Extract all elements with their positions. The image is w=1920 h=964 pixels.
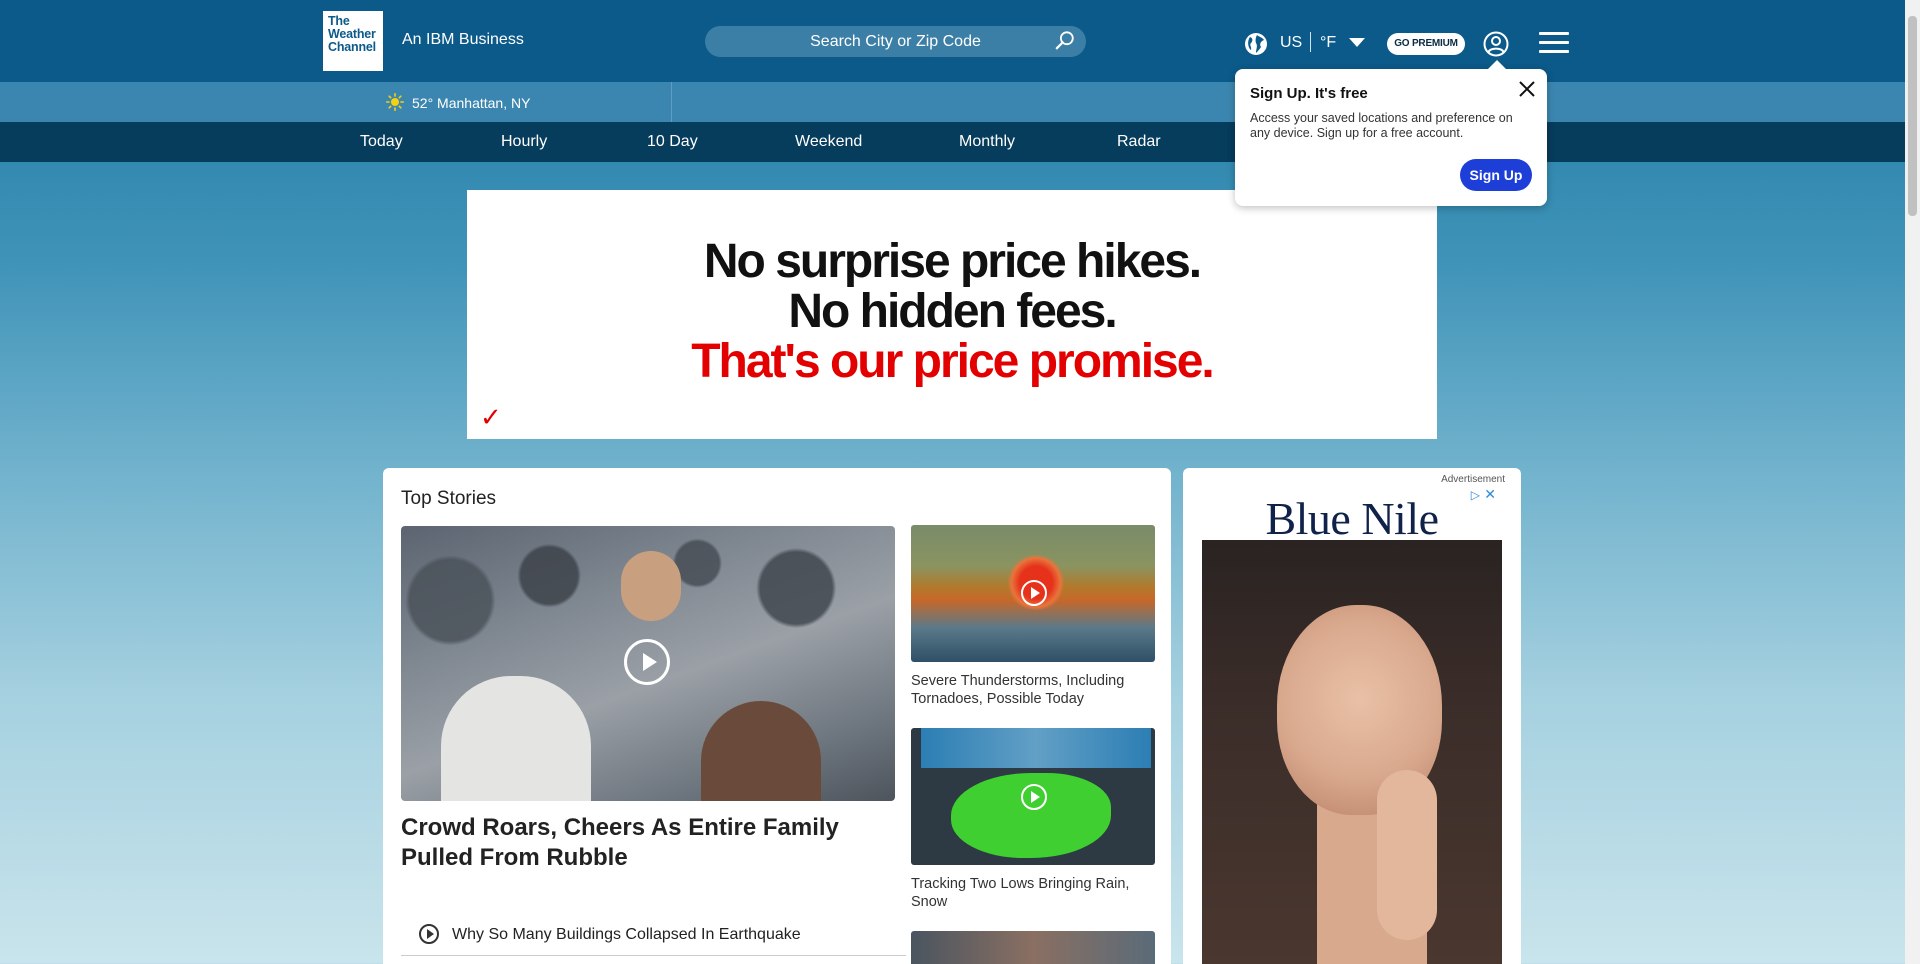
search-placeholder: Search City or Zip Code: [810, 33, 981, 50]
scrollbar[interactable]: [1905, 0, 1920, 964]
ibm-tagline: An IBM Business: [402, 31, 524, 48]
search-icon[interactable]: [1054, 30, 1076, 52]
main-story-image[interactable]: [401, 526, 895, 801]
nav-weekend[interactable]: Weekend: [795, 133, 862, 151]
signup-popup: Sign Up. It's free Access your saved loc…: [1235, 60, 1547, 206]
story-link-title: Why So Many Buildings Collapsed In Earth…: [452, 926, 801, 943]
popup-title: Sign Up. It's free: [1250, 85, 1368, 102]
blue-nile-ad[interactable]: Blue Nile ▷ ✕: [1202, 486, 1502, 964]
story-thumbnail-third[interactable]: [911, 931, 1155, 964]
side-ad-card: Advertisement Blue Nile ▷ ✕: [1183, 468, 1521, 964]
current-location-weather[interactable]: 52° Manhattan, NY: [412, 95, 530, 111]
unit-divider: [1310, 32, 1311, 52]
ad-banner[interactable]: No surprise price hikes. No hidden fees.…: [467, 190, 1437, 439]
ad-line-2: No hidden fees.: [788, 285, 1117, 338]
location-divider: [671, 82, 672, 122]
top-stories-card: Top Stories Crowd Roars, Cheers As Entir…: [383, 468, 1171, 964]
story-link[interactable]: Why So Many Buildings Collapsed In Earth…: [401, 918, 906, 956]
chevron-down-icon[interactable]: [1349, 38, 1365, 47]
nav-10-day[interactable]: 10 Day: [647, 133, 698, 151]
nav-monthly[interactable]: Monthly: [959, 133, 1015, 151]
top-stories-heading: Top Stories: [401, 488, 497, 509]
unit-selector[interactable]: °F: [1320, 34, 1336, 52]
nav-hourly[interactable]: Hourly: [501, 133, 547, 151]
ad-line-3: That's our price promise.: [691, 335, 1215, 388]
hamburger-menu-icon[interactable]: [1539, 32, 1569, 54]
nav-radar[interactable]: Radar: [1117, 133, 1161, 151]
nav-today[interactable]: Today: [360, 133, 403, 151]
user-account-icon[interactable]: [1483, 31, 1509, 57]
weather-channel-logo[interactable]: The Weather Channel: [323, 11, 383, 71]
story-thumbnail-storms[interactable]: [911, 525, 1155, 662]
story-thumbnail-lows[interactable]: [911, 728, 1155, 865]
ad-close-icon[interactable]: ✕: [1484, 486, 1496, 503]
checkmark-logo-icon: ✓: [480, 402, 502, 432]
adchoices-icon[interactable]: ▷: [1471, 488, 1480, 502]
scrollbar-thumb[interactable]: [1908, 16, 1917, 216]
sun-icon: [386, 93, 404, 111]
sign-up-button[interactable]: Sign Up: [1460, 159, 1532, 191]
close-icon[interactable]: [1517, 79, 1537, 99]
play-icon[interactable]: [1021, 784, 1047, 810]
logo-line-3: Channel: [328, 40, 376, 54]
ad-photo: [1202, 540, 1502, 964]
region-selector[interactable]: US: [1280, 34, 1302, 52]
main-story-title[interactable]: Crowd Roars, Cheers As Entire Family Pul…: [401, 813, 881, 873]
ad-line-1: No surprise price hikes.: [703, 235, 1202, 288]
popup-description: Access your saved locations and preferen…: [1250, 111, 1513, 140]
top-header: The Weather Channel An IBM Business Sear…: [0, 0, 1905, 82]
blue-nile-logo: Blue Nile: [1265, 493, 1439, 544]
globe-icon[interactable]: [1244, 32, 1268, 56]
forecast-nav: Today Hourly 10 Day Weekend Monthly Rada…: [0, 122, 1905, 162]
go-premium-button[interactable]: GO PREMIUM: [1387, 33, 1465, 55]
story-caption-lows[interactable]: Tracking Two Lows Bringing Rain, Snow: [911, 875, 1151, 911]
play-circle-icon: [419, 924, 439, 944]
location-bar: 52° Manhattan, NY: [0, 82, 1905, 122]
search-input[interactable]: Search City or Zip Code: [705, 26, 1086, 57]
play-icon[interactable]: [1021, 580, 1047, 606]
play-icon[interactable]: [624, 639, 670, 685]
story-caption-storms[interactable]: Severe Thunderstorms, Including Tornadoe…: [911, 672, 1151, 708]
advertisement-label: Advertisement: [1441, 474, 1505, 485]
